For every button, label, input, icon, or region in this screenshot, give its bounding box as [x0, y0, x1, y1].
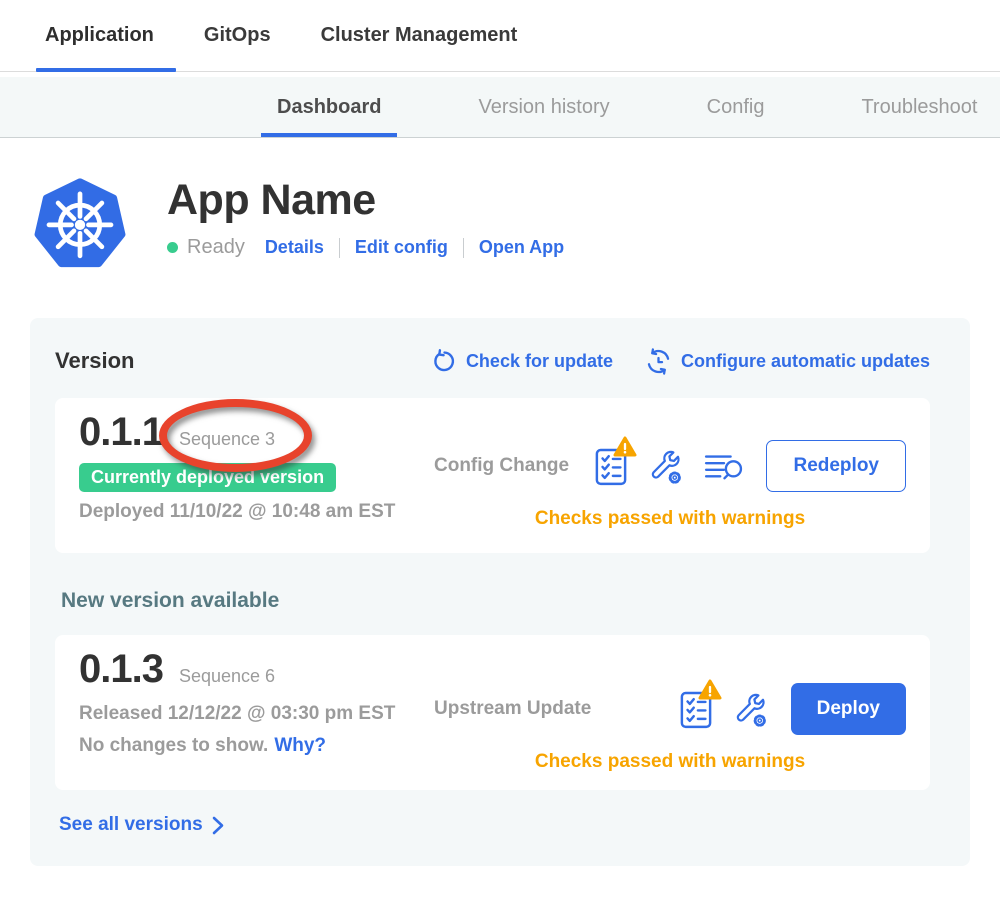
view-files-icon[interactable]: [704, 450, 744, 482]
redeploy-button[interactable]: Redeploy: [766, 440, 906, 492]
new-version-number: 0.1.3: [79, 647, 163, 691]
deploy-button[interactable]: Deploy: [791, 683, 906, 735]
version-source-label: Upstream Update: [434, 698, 591, 720]
current-version-number: 0.1.1: [79, 410, 163, 454]
no-changes-text: No changes to show.: [79, 735, 268, 756]
link-divider: [339, 238, 340, 258]
clock-cycle-icon: [645, 348, 672, 375]
see-all-versions-label: See all versions: [59, 814, 203, 836]
app-tab-bar: Dashboard Version history Config Trouble…: [0, 77, 1000, 138]
wrench-gear-config-icon[interactable]: [647, 448, 684, 485]
top-nav: Application GitOps Cluster Management: [0, 0, 1000, 72]
tab-dashboard[interactable]: Dashboard: [277, 77, 381, 137]
top-nav-application[interactable]: Application: [45, 24, 154, 71]
app-status: Ready: [187, 236, 245, 259]
open-app-link[interactable]: Open App: [479, 237, 564, 258]
new-sequence-label: Sequence 6: [179, 666, 275, 687]
version-source-label: Config Change: [434, 455, 569, 477]
current-sequence-label: Sequence 3: [179, 429, 275, 450]
tab-version-history[interactable]: Version history: [478, 77, 609, 137]
top-nav-gitops[interactable]: GitOps: [204, 24, 271, 71]
configure-automatic-updates-label: Configure automatic updates: [681, 351, 930, 372]
released-timestamp: Released 12/12/22 @ 03:30 pm EST: [79, 703, 434, 725]
app-name-title: App Name: [167, 178, 564, 222]
link-divider: [463, 238, 464, 258]
preflight-checklist-icon[interactable]: [680, 689, 712, 729]
configure-automatic-updates-link[interactable]: Configure automatic updates: [645, 348, 930, 375]
edit-config-link[interactable]: Edit config: [355, 237, 448, 258]
details-link[interactable]: Details: [265, 237, 324, 258]
app-status-row: Ready Details Edit config Open App: [167, 236, 564, 259]
top-nav-cluster-management[interactable]: Cluster Management: [321, 24, 518, 71]
warning-triangle-icon: [698, 679, 722, 700]
preflight-checks-status: Checks passed with warnings: [434, 751, 906, 773]
admin-console-page: Application GitOps Cluster Management Da…: [0, 0, 1000, 898]
version-heading: Version: [55, 348, 134, 374]
kubernetes-logo-icon: [33, 176, 127, 270]
no-changes-line: No changes to show. Why?: [79, 735, 434, 757]
new-version-available-heading: New version available: [61, 589, 930, 613]
refresh-icon: [432, 349, 457, 374]
preflight-checklist-icon[interactable]: [595, 446, 627, 486]
status-dot-icon: [167, 242, 178, 253]
version-card: Version Check for update: [30, 318, 970, 866]
tab-troubleshoot[interactable]: Troubleshoot: [861, 77, 977, 137]
new-version-row: 0.1.3 Sequence 6 Released 12/12/22 @ 03:…: [55, 635, 930, 790]
check-for-update-link[interactable]: Check for update: [432, 349, 613, 374]
check-for-update-label: Check for update: [466, 351, 613, 372]
why-link[interactable]: Why?: [274, 735, 326, 756]
see-all-versions-link[interactable]: See all versions: [59, 814, 224, 836]
current-version-row: 0.1.1 Sequence 3 Currently deployed vers…: [55, 398, 930, 553]
preflight-checks-status: Checks passed with warnings: [434, 508, 906, 530]
tab-config[interactable]: Config: [707, 77, 765, 137]
chevron-right-icon: [212, 816, 224, 835]
deployed-timestamp: Deployed 11/10/22 @ 10:48 am EST: [79, 501, 434, 523]
currently-deployed-badge: Currently deployed version: [79, 463, 336, 492]
warning-triangle-icon: [613, 436, 637, 457]
app-header: App Name Ready Details Edit config Open …: [33, 176, 1000, 270]
wrench-gear-config-icon[interactable]: [732, 691, 769, 728]
